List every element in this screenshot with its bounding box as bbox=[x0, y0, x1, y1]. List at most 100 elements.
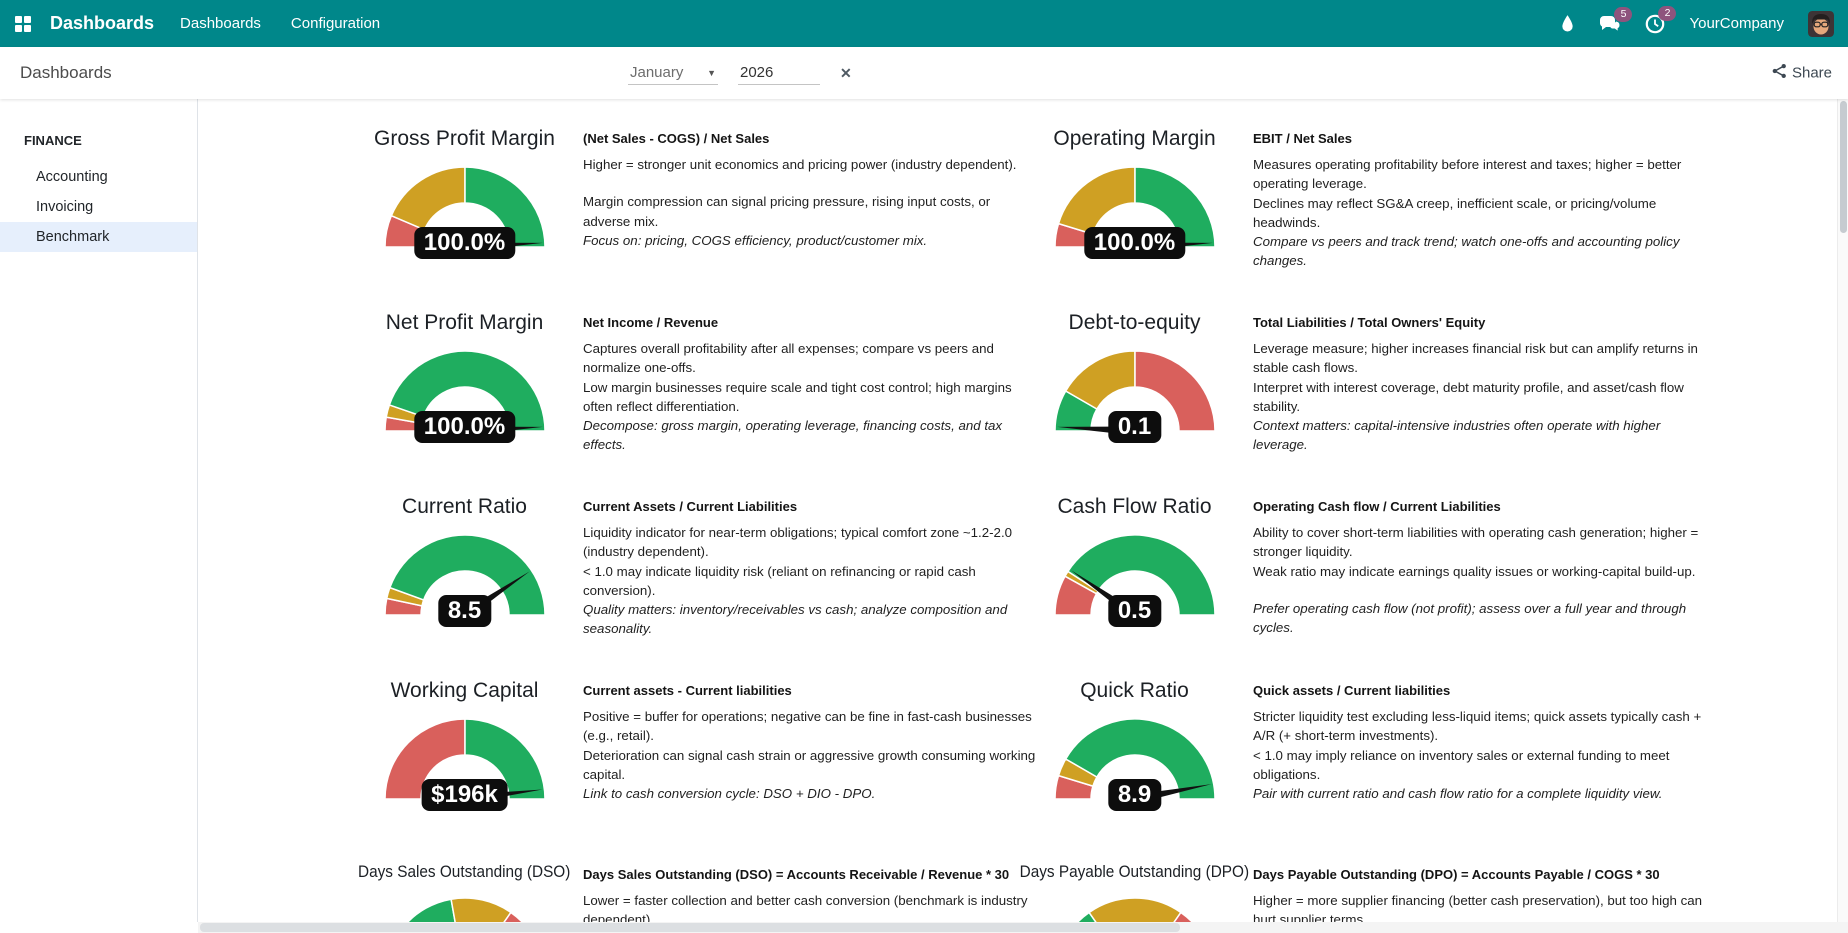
kpi-description-line: Ability to cover short-term liabilities … bbox=[1253, 523, 1708, 562]
kpi-description-line: Compare vs peers and track trend; watch … bbox=[1253, 232, 1708, 271]
kpi-card: Current Ratio 8.5 Current Assets / Curre… bbox=[330, 495, 1038, 679]
kpi-title: Current Ratio bbox=[402, 495, 527, 519]
kpi-description: Days Sales Outstanding (DSO) = Accounts … bbox=[583, 863, 1038, 922]
horizontal-scrollbar-thumb[interactable] bbox=[200, 923, 1180, 932]
kpi-description: Current assets - Current liabilities Pos… bbox=[583, 679, 1038, 863]
kpi-description: Current Assets / Current Liabilities Liq… bbox=[583, 495, 1038, 679]
gauge-chart: 100.0% bbox=[383, 161, 547, 261]
kpi-title: Days Sales Outstanding (DSO) bbox=[358, 863, 570, 882]
gauge-chart: 8.5 bbox=[383, 529, 547, 629]
kpi-title: Cash Flow Ratio bbox=[1057, 495, 1211, 519]
kpi-description: Quick assets / Current liabilities Stric… bbox=[1253, 679, 1708, 863]
kpi-description-line: Pair with current ratio and cash flow ra… bbox=[1253, 784, 1708, 803]
kpi-title: Quick Ratio bbox=[1080, 679, 1189, 703]
kpi-description: EBIT / Net Sales Measures operating prof… bbox=[1253, 127, 1708, 311]
kpi-title: Working Capital bbox=[391, 679, 539, 703]
gauge-segment-gold bbox=[451, 898, 511, 922]
kpi-description-line: Decompose: gross margin, operating lever… bbox=[583, 416, 1038, 455]
kpi-title: Operating Margin bbox=[1053, 127, 1215, 151]
gauge-segment-gold bbox=[1058, 167, 1135, 234]
gauge-value: 100.0% bbox=[1084, 227, 1185, 259]
kpi-dashboard: Gross Profit Margin 100.0% (Net Sales - … bbox=[198, 99, 1848, 922]
kpi-description-line: Declines may reflect SG&A creep, ineffic… bbox=[1253, 194, 1708, 233]
kpi-card: Working Capital $196k Current assets - C… bbox=[330, 679, 1038, 863]
control-panel: Dashboards January ▼ ✕ Share bbox=[0, 47, 1848, 99]
gauge-value: 100.0% bbox=[414, 411, 515, 443]
kpi-description: Net Income / Revenue Captures overall pr… bbox=[583, 311, 1038, 495]
menu-dashboards[interactable]: Dashboards bbox=[180, 15, 261, 32]
kpi-description-line: Captures overall profitability after all… bbox=[583, 339, 1038, 378]
sidebar-section-finance: FINANCE bbox=[0, 133, 197, 162]
gauge-value: 0.5 bbox=[1108, 595, 1161, 627]
kpi-formula: Net Income / Revenue bbox=[583, 315, 1038, 330]
messages-icon[interactable]: 5 bbox=[1599, 15, 1621, 33]
kpi-formula: EBIT / Net Sales bbox=[1253, 131, 1708, 146]
messages-badge: 5 bbox=[1614, 7, 1632, 22]
gauge-value: 0.1 bbox=[1108, 411, 1161, 443]
kpi-title: Debt-to-equity bbox=[1069, 311, 1201, 335]
gauge-chart bbox=[383, 892, 547, 922]
kpi-card: Cash Flow Ratio 0.5 Operating Cash flow … bbox=[1000, 495, 1708, 679]
kpi-formula: Quick assets / Current liabilities bbox=[1253, 683, 1708, 698]
kpi-formula: Days Payable Outstanding (DPO) = Account… bbox=[1253, 867, 1708, 882]
kpi-description-line: Prefer operating cash flow (not profit);… bbox=[1253, 599, 1708, 638]
kpi-description-line: Quality matters: inventory/receivables v… bbox=[583, 600, 1038, 639]
kpi-card: Operating Margin 100.0% EBIT / Net Sales… bbox=[1000, 127, 1708, 311]
gauge-chart bbox=[1053, 892, 1217, 922]
kpi-title: Days Payable Outstanding (DPO) bbox=[1020, 863, 1249, 882]
company-name[interactable]: YourCompany bbox=[1689, 15, 1784, 32]
gauge-chart: 8.9 bbox=[1053, 713, 1217, 813]
share-button[interactable]: Share bbox=[1772, 64, 1832, 83]
kpi-card: Net Profit Margin 100.0% Net Income / Re… bbox=[330, 311, 1038, 495]
kpi-description-line: Measures operating profitability before … bbox=[1253, 155, 1708, 194]
app-name[interactable]: Dashboards bbox=[50, 13, 154, 34]
kpi-card: Quick Ratio 8.9 Quick assets / Current l… bbox=[1000, 679, 1708, 863]
kpi-formula: (Net Sales - COGS) / Net Sales bbox=[583, 131, 1038, 146]
sidebar: FINANCE Accounting Invoicing Benchmark bbox=[0, 99, 198, 922]
month-select[interactable]: January ▼ bbox=[628, 61, 718, 85]
gauge-chart: 0.1 bbox=[1053, 345, 1217, 445]
kpi-description-line: < 1.0 may indicate liquidity risk (relia… bbox=[583, 562, 1038, 601]
gauge-chart: 100.0% bbox=[1053, 161, 1217, 261]
year-input[interactable] bbox=[738, 61, 820, 85]
water-drop-icon[interactable] bbox=[1560, 14, 1575, 33]
gauge-value: 8.9 bbox=[1108, 779, 1161, 811]
kpi-formula: Current assets - Current liabilities bbox=[583, 683, 1038, 698]
vertical-scrollbar-thumb[interactable] bbox=[1840, 101, 1847, 233]
gauge-value: $196k bbox=[421, 779, 508, 811]
month-select-value: January bbox=[630, 64, 683, 81]
main-menu: Dashboards Configuration bbox=[180, 15, 380, 32]
kpi-formula: Total Liabilities / Total Owners' Equity bbox=[1253, 315, 1708, 330]
sidebar-item-accounting[interactable]: Accounting bbox=[0, 162, 197, 192]
kpi-description-line: Link to cash conversion cycle: DSO + DIO… bbox=[583, 784, 1038, 803]
kpi-description-line: Margin compression can signal pricing pr… bbox=[583, 192, 1038, 231]
activities-clock-icon[interactable]: 2 bbox=[1645, 14, 1665, 34]
gauge-value: 100.0% bbox=[414, 227, 515, 259]
gauge-segment-green bbox=[385, 899, 457, 922]
chevron-down-icon: ▼ bbox=[707, 68, 716, 78]
horizontal-scrollbar[interactable] bbox=[198, 922, 1848, 933]
gauge-segment-gold bbox=[1089, 898, 1181, 922]
kpi-description-line: Interpret with interest coverage, debt m… bbox=[1253, 378, 1708, 417]
gauge-chart: $196k bbox=[383, 713, 547, 813]
kpi-description: (Net Sales - COGS) / Net Sales Higher = … bbox=[583, 127, 1038, 311]
kpi-description: Days Payable Outstanding (DPO) = Account… bbox=[1253, 863, 1708, 922]
kpi-title: Net Profit Margin bbox=[386, 311, 544, 335]
kpi-description-line: Positive = buffer for operations; negati… bbox=[583, 707, 1038, 746]
gauge-chart: 0.5 bbox=[1053, 529, 1217, 629]
gauge-value: 8.5 bbox=[438, 595, 491, 627]
clear-filter-icon[interactable]: ✕ bbox=[840, 65, 852, 82]
activities-badge: 2 bbox=[1658, 6, 1676, 21]
user-avatar[interactable] bbox=[1808, 11, 1834, 37]
apps-menu-icon[interactable] bbox=[14, 15, 32, 33]
breadcrumb[interactable]: Dashboards bbox=[20, 63, 112, 83]
sidebar-item-invoicing[interactable]: Invoicing bbox=[0, 192, 197, 222]
gauge-chart: 100.0% bbox=[383, 345, 547, 445]
menu-configuration[interactable]: Configuration bbox=[291, 15, 380, 32]
kpi-card: Days Payable Outstanding (DPO) Days Paya… bbox=[1000, 863, 1708, 922]
vertical-scrollbar[interactable] bbox=[1837, 99, 1848, 922]
kpi-description-line: Deterioration can signal cash strain or … bbox=[583, 746, 1038, 785]
kpi-description-line: Lower = faster collection and better cas… bbox=[583, 891, 1038, 922]
sidebar-item-benchmark[interactable]: Benchmark bbox=[0, 222, 197, 252]
kpi-description-line: Liquidity indicator for near-term obliga… bbox=[583, 523, 1038, 562]
